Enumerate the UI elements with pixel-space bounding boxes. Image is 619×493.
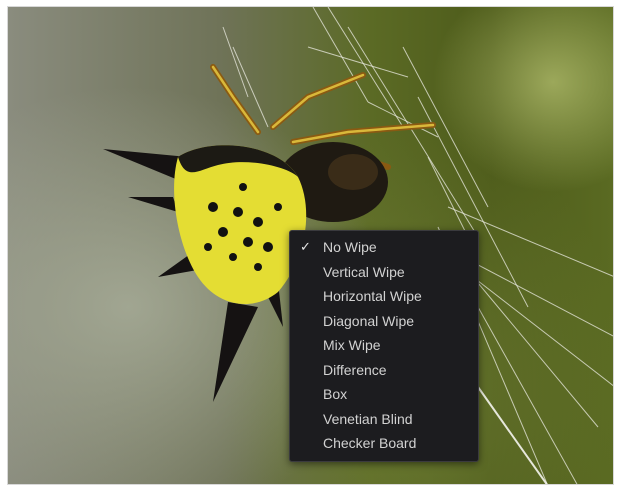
menu-item-vertical-wipe[interactable]: Vertical Wipe [290, 260, 478, 285]
menu-item-label: No Wipe [323, 239, 377, 255]
menu-item-label: Difference [323, 361, 387, 378]
checkmark-icon: ✓ [300, 239, 311, 254]
menu-item-label: Box [323, 386, 348, 402]
menu-item-mix-wipe[interactable]: Mix Wipe [290, 333, 478, 358]
viewer-image[interactable]: ✓ No Wipe Vertical Wipe Horizontal Wipe … [8, 7, 613, 484]
menu-item-label: Venetian Blind [323, 410, 413, 427]
menu-item-label: Vertical Wipe [323, 263, 405, 280]
wipe-mode-menu: ✓ No Wipe Vertical Wipe Horizontal Wipe … [289, 230, 479, 462]
menu-item-diagonal-wipe[interactable]: Diagonal Wipe [290, 309, 478, 334]
menu-item-label: Diagonal Wipe [323, 312, 415, 329]
menu-item-box[interactable]: Box [290, 382, 478, 407]
menu-item-label: Mix Wipe [323, 337, 381, 353]
menu-item-no-wipe[interactable]: ✓ No Wipe [290, 235, 478, 260]
menu-item-label: Horizontal Wipe [323, 288, 422, 304]
menu-item-venetian-blind[interactable]: Venetian Blind [290, 407, 478, 432]
menu-item-checker-board[interactable]: Checker Board [290, 431, 478, 456]
menu-item-horizontal-wipe[interactable]: Horizontal Wipe [290, 284, 478, 309]
menu-item-label: Checker Board [323, 435, 417, 451]
viewer-frame: ✓ No Wipe Vertical Wipe Horizontal Wipe … [7, 6, 614, 485]
web-thread-thick [477, 386, 548, 484]
menu-item-difference[interactable]: Difference [290, 358, 478, 383]
